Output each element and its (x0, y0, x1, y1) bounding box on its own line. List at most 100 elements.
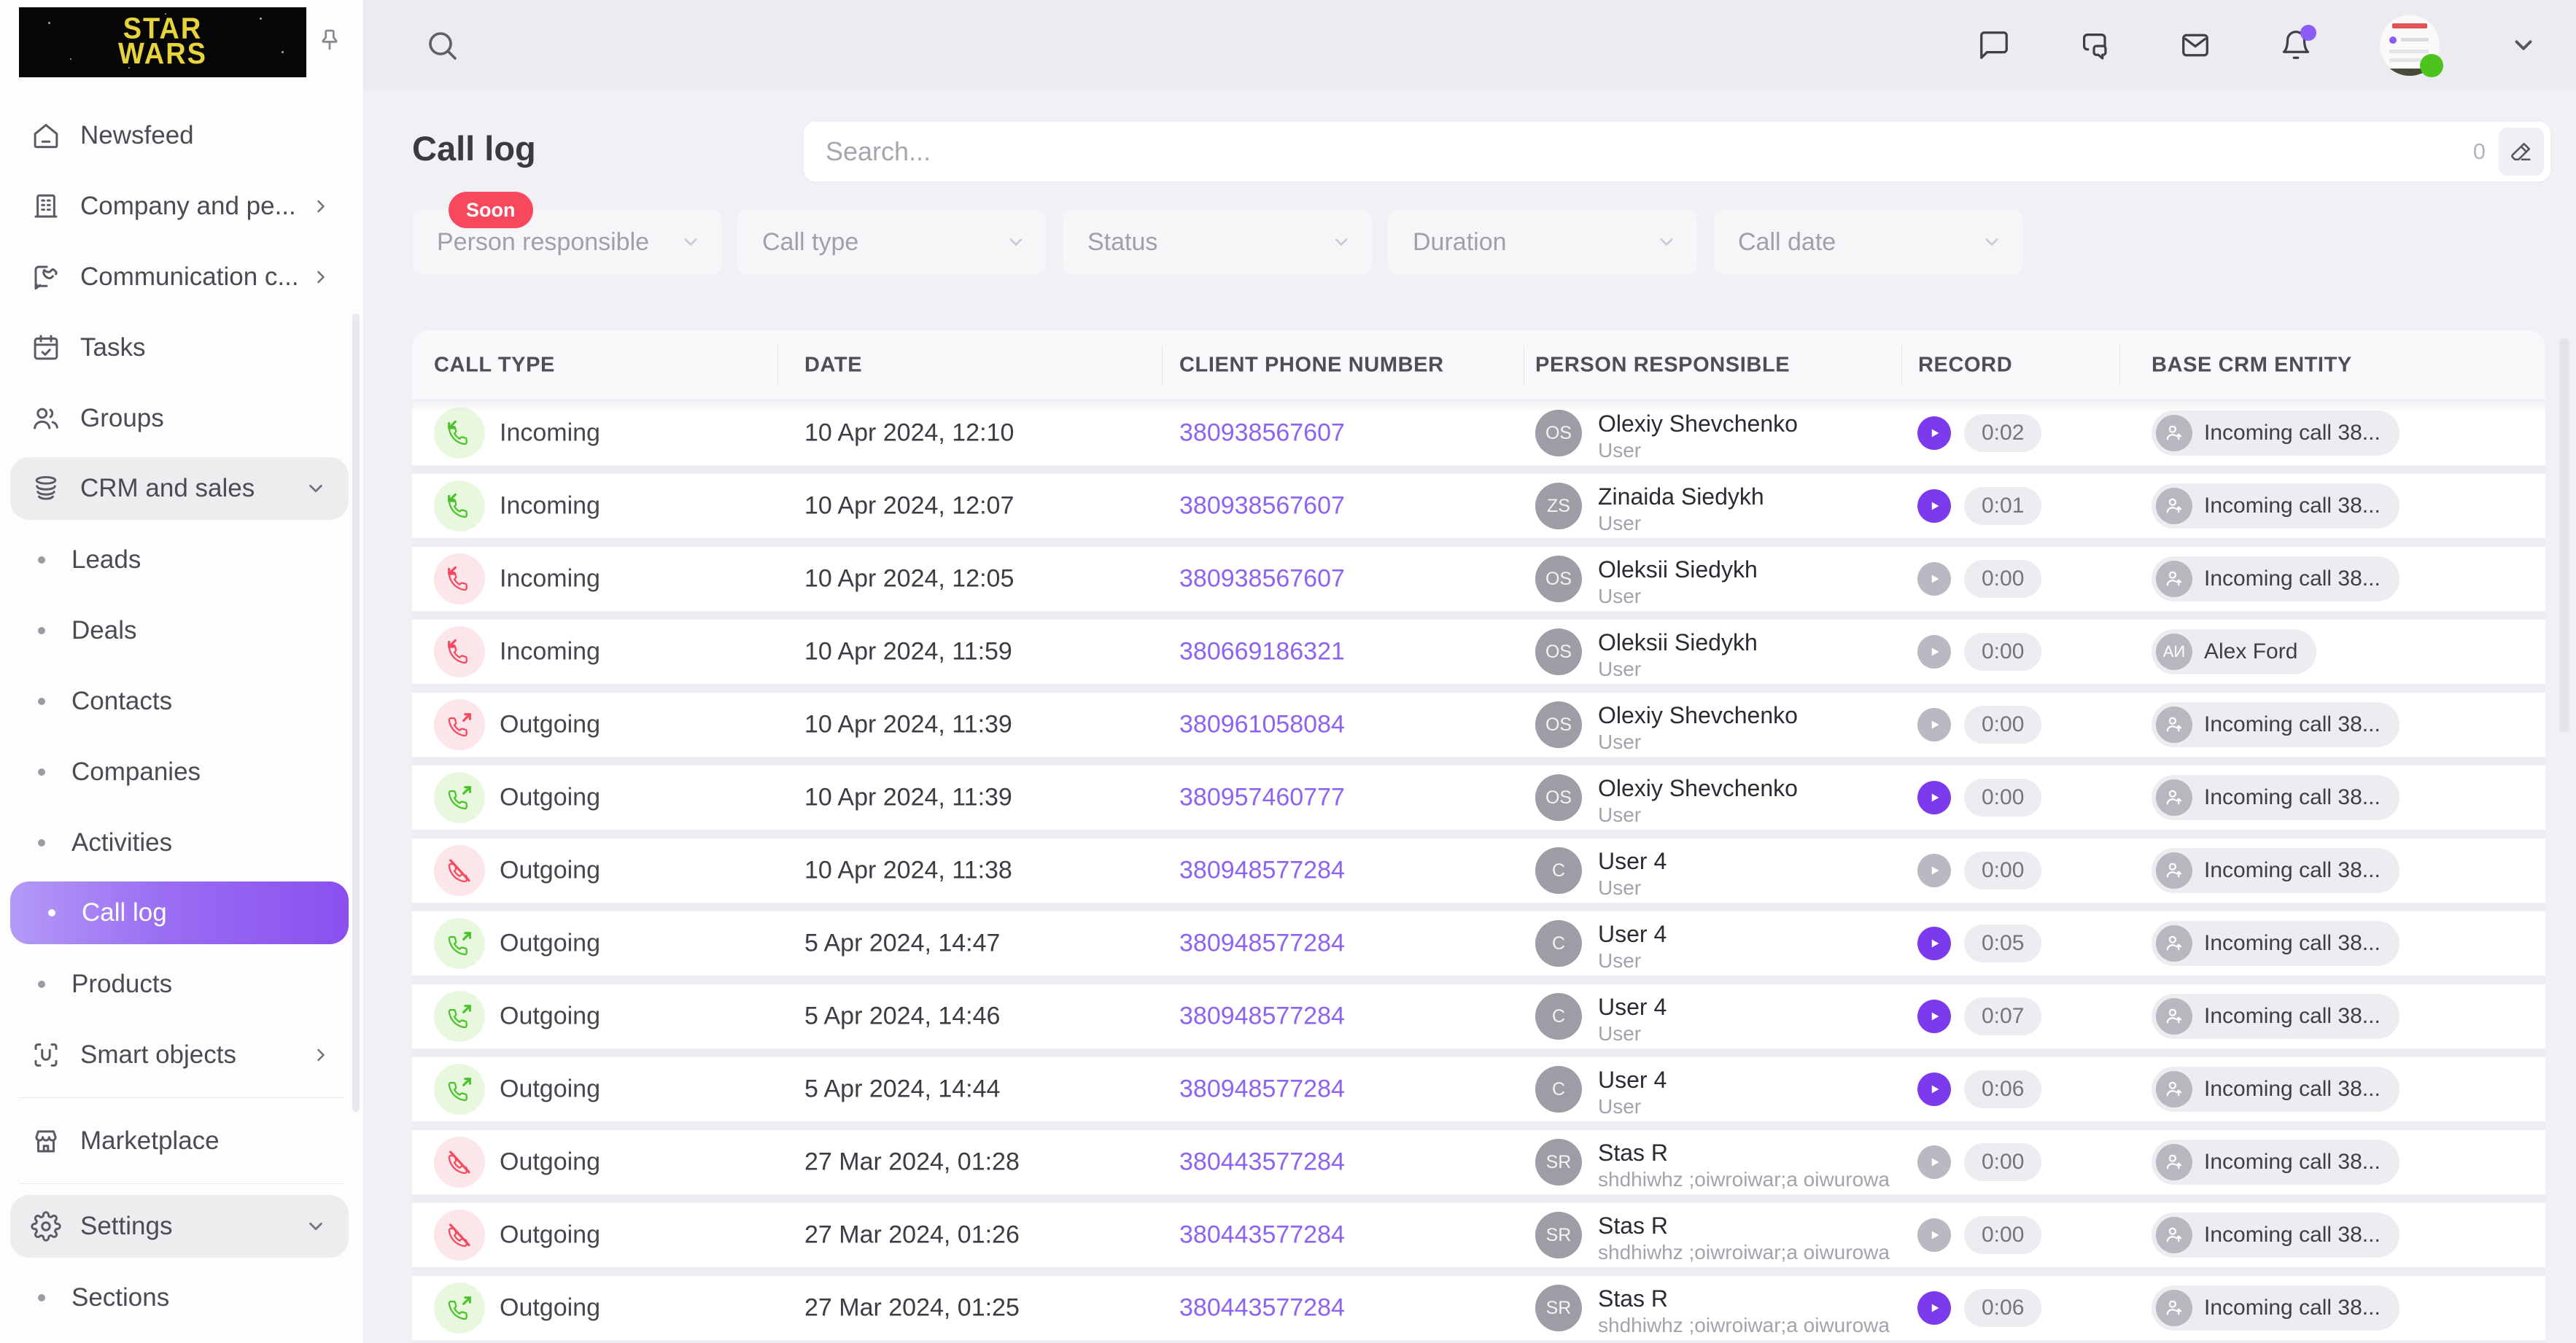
record-cell: 0:00 (1917, 706, 2041, 744)
crm-entity-chip[interactable]: Incoming call 38... (2152, 556, 2400, 602)
client-phone-link[interactable]: 380948577284 (1179, 857, 1345, 885)
sidebar-item-tasks[interactable]: Tasks (0, 312, 363, 383)
table-row[interactable]: Incoming 10 Apr 2024, 12:05 380938567607… (412, 547, 2545, 611)
sidebar-item-sections[interactable]: Sections (0, 1262, 363, 1333)
content-scrollbar[interactable] (2559, 338, 2569, 732)
play-record-button[interactable] (1917, 1218, 1951, 1252)
record-cell: 0:06 (1917, 1070, 2041, 1108)
table-row[interactable]: Outgoing 10 Apr 2024, 11:39 380957460777… (412, 766, 2545, 830)
table-row[interactable]: Incoming 10 Apr 2024, 11:59 380669186321… (412, 620, 2545, 684)
client-phone-link[interactable]: 380948577284 (1179, 1075, 1345, 1104)
column-header-base-crm-entity: BASE CRM ENTITY (2152, 353, 2352, 377)
global-search-icon[interactable] (424, 28, 459, 63)
client-phone-link[interactable]: 380938567607 (1179, 565, 1345, 593)
sidebar-item-groups[interactable]: Groups (0, 383, 363, 453)
crm-entity-chip[interactable]: Incoming call 38... (2152, 410, 2400, 456)
table-row[interactable]: Incoming 10 Apr 2024, 12:07 380938567607… (412, 474, 2545, 538)
table-row[interactable]: Outgoing 10 Apr 2024, 11:38 380948577284… (412, 838, 2545, 903)
sidebar-item-leads[interactable]: Leads (0, 524, 363, 595)
filter-dropdown[interactable]: Call date (1713, 209, 2022, 275)
client-phone-link[interactable]: 380948577284 (1179, 1003, 1345, 1031)
filter-dropdown[interactable]: Soon Person responsible (412, 209, 721, 275)
table-row[interactable]: Outgoing 27 Mar 2024, 01:28 380443577284… (412, 1130, 2545, 1194)
play-record-button[interactable] (1917, 489, 1951, 523)
sidebar-item-newsfeed[interactable]: Newsfeed (0, 100, 363, 171)
crm-entity-chip[interactable]: Incoming call 38... (2152, 921, 2400, 966)
crm-entity-chip[interactable]: Incoming call 38... (2152, 1067, 2400, 1112)
table-row[interactable]: Outgoing 27 Mar 2024, 01:25 380443577284… (412, 1276, 2545, 1340)
client-phone-link[interactable]: 380443577284 (1179, 1221, 1345, 1250)
sidebar-item-products[interactable]: Products (0, 949, 363, 1019)
play-record-button[interactable] (1917, 1291, 1951, 1325)
play-record-button[interactable] (1917, 708, 1951, 741)
person-subtitle: User (1598, 731, 1798, 753)
sidebar-item-communication-channels[interactable]: Communication c... (0, 241, 363, 312)
table-row[interactable]: Outgoing 5 Apr 2024, 14:44 380948577284 … (412, 1057, 2545, 1121)
play-record-button[interactable] (1917, 635, 1951, 669)
sidebar: STARWARS Newsfeed Company and pe... (0, 0, 363, 1343)
search-input[interactable] (804, 136, 2473, 167)
play-record-button[interactable] (1917, 854, 1951, 887)
client-phone-link[interactable]: 380957460777 (1179, 784, 1345, 812)
crm-entity-chip[interactable]: Incoming call 38... (2152, 775, 2400, 820)
crm-entity-chip[interactable]: Incoming call 38... (2152, 1140, 2400, 1185)
table-row[interactable]: Outgoing 27 Mar 2024, 01:26 380443577284… (412, 1203, 2545, 1267)
table-row[interactable]: Outgoing 5 Apr 2024, 14:47 380948577284 … (412, 911, 2545, 976)
client-phone-link[interactable]: 380961058084 (1179, 711, 1345, 739)
notifications-bell-icon[interactable] (2278, 28, 2313, 63)
pin-sidebar-icon[interactable] (312, 23, 347, 58)
filter-dropdown[interactable]: Duration (1388, 209, 1697, 275)
record-duration: 0:00 (1964, 1143, 2041, 1181)
entity-avatar (2156, 1144, 2192, 1180)
record-duration: 0:05 (1964, 924, 2041, 962)
sidebar-item-marketplace[interactable]: Marketplace (0, 1105, 363, 1176)
comment-icon[interactable] (1976, 28, 2011, 63)
call-date: 27 Mar 2024, 01:25 (804, 1294, 1020, 1323)
table-row[interactable]: Outgoing 10 Apr 2024, 11:39 380961058084… (412, 693, 2545, 757)
mail-icon[interactable] (2178, 28, 2213, 63)
sidebar-item-label: Companies (71, 758, 201, 787)
person-subtitle: User (1598, 877, 1667, 899)
group-chat-icon[interactable] (2077, 28, 2112, 63)
crm-entity-chip[interactable]: Incoming call 38... (2152, 702, 2400, 747)
clear-search-button[interactable] (2499, 128, 2544, 176)
crm-entity-chip[interactable]: АИ Alex Ford (2152, 629, 2316, 674)
filter-dropdown[interactable]: Call type (737, 209, 1047, 275)
play-record-button[interactable] (1917, 1145, 1951, 1179)
client-phone-link[interactable]: 380938567607 (1179, 492, 1345, 521)
sidebar-scrollbar[interactable] (352, 314, 360, 1112)
play-record-button[interactable] (1917, 416, 1951, 450)
crm-entity-chip[interactable]: Incoming call 38... (2152, 994, 2400, 1039)
client-phone-link[interactable]: 380669186321 (1179, 638, 1345, 666)
play-record-button[interactable] (1917, 562, 1951, 596)
sidebar-item-contacts[interactable]: Contacts (0, 666, 363, 736)
crm-entity-chip[interactable]: Incoming call 38... (2152, 483, 2400, 529)
sidebar-item-companies[interactable]: Companies (0, 736, 363, 807)
client-phone-link[interactable]: 380443577284 (1179, 1148, 1345, 1177)
client-phone-link[interactable]: 380948577284 (1179, 930, 1345, 958)
sidebar-section-crm-and-sales[interactable]: CRM and sales (10, 457, 349, 520)
sidebar-item-company-and-people[interactable]: Company and pe... (0, 171, 363, 241)
bullet-icon (38, 768, 45, 776)
table-row[interactable]: Outgoing 5 Apr 2024, 14:46 380948577284 … (412, 984, 2545, 1048)
play-record-button[interactable] (1917, 927, 1951, 960)
sidebar-section-settings[interactable]: Settings (10, 1195, 349, 1258)
sidebar-item-call-log-active[interactable]: Call log (10, 881, 349, 944)
sidebar-item-deals[interactable]: Deals (0, 595, 363, 666)
online-status-dot (2420, 54, 2443, 77)
client-phone-link[interactable]: 380443577284 (1179, 1294, 1345, 1323)
crm-entity-chip[interactable]: Incoming call 38... (2152, 1212, 2400, 1258)
sidebar-divider (19, 1097, 344, 1098)
play-record-button[interactable] (1917, 1000, 1951, 1033)
crm-entity-chip[interactable]: Incoming call 38... (2152, 1285, 2400, 1331)
sidebar-item-smart-objects[interactable]: Smart objects (0, 1019, 363, 1090)
filter-dropdown[interactable]: Status (1063, 209, 1372, 275)
play-record-button[interactable] (1917, 1073, 1951, 1106)
client-phone-link[interactable]: 380938567607 (1179, 419, 1345, 448)
sidebar-item-activities[interactable]: Activities (0, 807, 363, 878)
play-record-button[interactable] (1917, 781, 1951, 814)
profile-menu-chevron[interactable] (2506, 28, 2541, 63)
table-row[interactable]: Incoming 10 Apr 2024, 12:10 380938567607… (412, 401, 2545, 465)
crm-entity-chip[interactable]: Incoming call 38... (2152, 848, 2400, 893)
user-avatar[interactable] (2379, 15, 2440, 76)
